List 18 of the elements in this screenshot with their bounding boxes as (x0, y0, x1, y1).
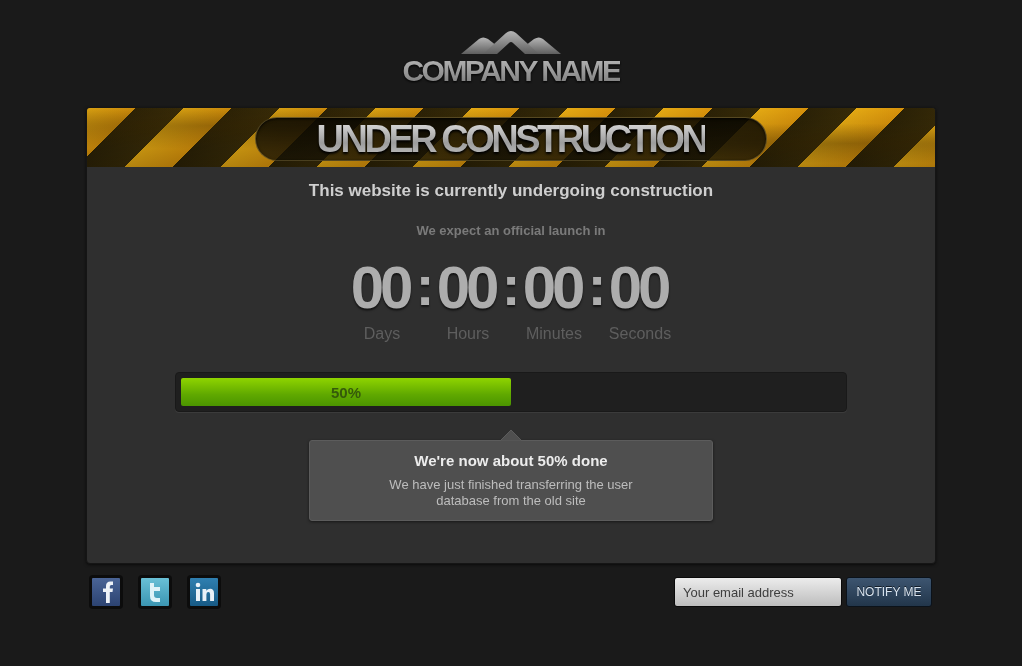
launch-note: We expect an official launch in (416, 223, 606, 239)
tooltip-text: We have just finished transferring the user database from the old site (388, 477, 634, 509)
email-field[interactable]: Your email address (674, 577, 842, 607)
facebook-icon[interactable] (89, 575, 123, 609)
countdown-separator: : (586, 258, 608, 316)
progress-label: 50% (331, 383, 361, 401)
mountain-logo-icon (461, 30, 561, 54)
tooltip-title: We're now about 50% done (414, 452, 608, 470)
countdown-value: 00 (436, 258, 497, 318)
notify-button[interactable]: NOTIFY ME (846, 577, 932, 607)
countdown-value: 00 (350, 258, 411, 318)
headline: This website is currently undergoing construction (308, 181, 714, 201)
twitter-icon[interactable] (138, 575, 172, 609)
countdown-separator: : (500, 258, 522, 316)
countdown-value: 00 (522, 258, 583, 318)
countdown-separator: : (414, 258, 436, 316)
countdown-value: 00 (608, 258, 669, 318)
linkedin-icon[interactable] (187, 575, 221, 609)
